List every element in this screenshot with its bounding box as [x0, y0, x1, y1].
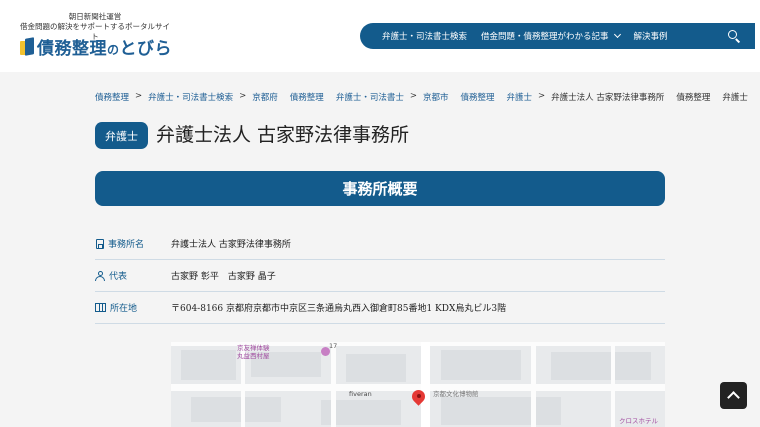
info-value: 〒604-8166 京都府京都市中京区三条通烏丸西入御倉町85番地1 KDX烏丸…	[171, 304, 507, 314]
map-label: fiveran	[349, 390, 372, 398]
info-label: 代表	[95, 269, 171, 282]
nav-case-studies[interactable]: 解決事例	[634, 30, 668, 42]
chevron-down-icon	[613, 30, 621, 39]
back-to-top-button[interactable]	[720, 382, 747, 409]
person-icon	[95, 270, 105, 281]
logo-door-icon	[20, 36, 34, 56]
logo-text: 債務整理のとびら	[37, 39, 173, 59]
info-row-name: 事務所名 弁護士法人 古家野法律事務所	[95, 228, 665, 260]
breadcrumb-item[interactable]: 京都府	[252, 91, 278, 103]
office-info-table: 事務所名 弁護士法人 古家野法律事務所 代表 古家野 彰平 古家野 晶子 所在地…	[95, 228, 665, 324]
tagline-operator: 朝日新聞社運営	[68, 12, 122, 21]
site-header: 朝日新聞社運営 借金問題の解決をサポートするポータルサイト 債務整理のとびら 弁…	[0, 0, 760, 72]
info-row-address: 所在地 〒604-8166 京都府京都市中京区三条通烏丸西入御倉町85番地1 K…	[95, 292, 665, 324]
location-pin-icon[interactable]	[409, 387, 428, 407]
main-nav: 弁護士・司法書士検索 借金問題・債務整理がわかる記事 解決事例	[360, 23, 755, 49]
info-label: 事務所名	[95, 237, 171, 250]
building-icon	[96, 238, 104, 249]
chevron-up-icon	[727, 391, 740, 404]
map-label: クロスホテル	[619, 417, 658, 425]
section-header: 事務所概要	[95, 171, 665, 206]
breadcrumb: 債務整理 > 弁護士・司法書士検索 > 京都府 債務整理 弁護士・司法書士 > 京都市…	[95, 91, 748, 103]
breadcrumb-item[interactable]: 京都市	[423, 91, 449, 103]
breadcrumb-item[interactable]: 債務整理	[290, 91, 324, 103]
map-label: 京都文化博物館	[433, 390, 479, 398]
map-icon	[95, 303, 106, 312]
location-map[interactable]: 京友禅体験 丸益西村屋 fiveran 京都文化博物館 クロスホテル 17	[171, 342, 665, 427]
breadcrumb-item[interactable]: 債務整理	[460, 91, 494, 103]
info-value: 古家野 彰平 古家野 晶子	[171, 272, 276, 282]
breadcrumb-current: 債務整理	[676, 93, 711, 103]
breadcrumb-item[interactable]: 弁護士・司法書士検索	[148, 91, 233, 103]
search-icon[interactable]	[728, 30, 741, 43]
breadcrumb-current: 弁護士	[722, 93, 748, 103]
breadcrumb-item[interactable]: 弁護士	[506, 91, 532, 103]
info-label: 所在地	[95, 301, 171, 314]
page-title: 弁護士法人 古家野法律事務所	[156, 124, 410, 146]
site-logo[interactable]: 債務整理のとびら	[20, 34, 172, 59]
breadcrumb-item[interactable]: 債務整理	[95, 91, 129, 103]
nav-lawyer-search[interactable]: 弁護士・司法書士検索	[382, 30, 467, 42]
map-label: 丸益西村屋	[237, 352, 270, 360]
info-row-representative: 代表 古家野 彰平 古家野 晶子	[95, 260, 665, 292]
profession-badge: 弁護士	[95, 122, 148, 149]
map-route-label: 17	[329, 342, 338, 350]
info-value: 弁護士法人 古家野法律事務所	[171, 240, 291, 250]
nav-articles[interactable]: 借金問題・債務整理がわかる記事	[481, 30, 621, 42]
breadcrumb-current: 弁護士法人 古家野法律事務所	[551, 93, 665, 103]
breadcrumb-item[interactable]: 弁護士・司法書士	[336, 91, 404, 103]
